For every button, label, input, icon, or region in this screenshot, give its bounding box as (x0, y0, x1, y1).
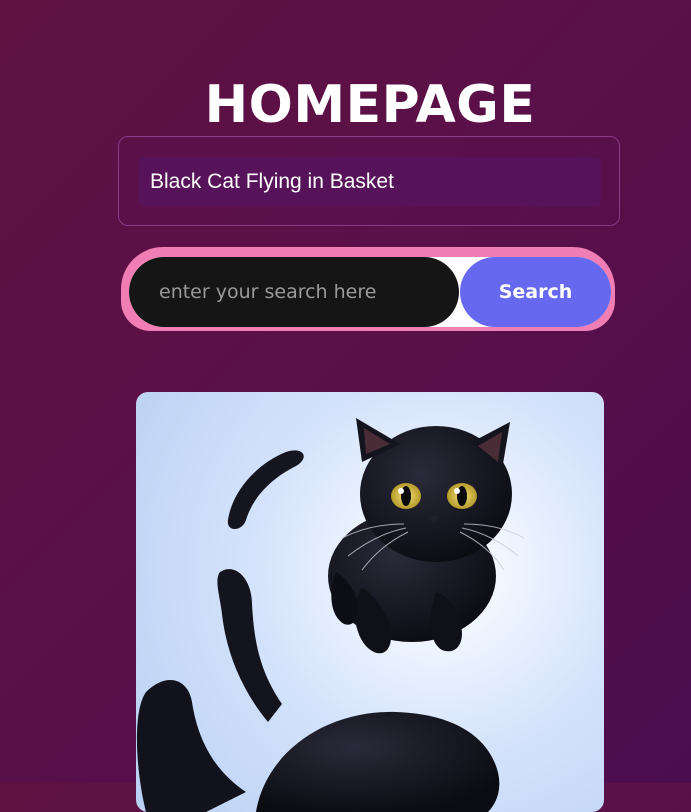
query-card: Black Cat Flying in Basket (118, 136, 620, 226)
cat-tail (217, 569, 282, 722)
search-bar-inner: Search (129, 257, 611, 327)
page-title: HOMEPAGE (204, 74, 536, 135)
lower-cat-tail (136, 679, 246, 812)
search-input[interactable] (129, 257, 459, 327)
result-image (136, 392, 604, 812)
tail-fragment (227, 450, 304, 529)
search-button[interactable]: Search (460, 257, 611, 327)
black-cat-illustration (136, 418, 525, 812)
search-bar: Search (121, 247, 615, 331)
lower-cat-body (256, 711, 500, 812)
query-text: Black Cat Flying in Basket (139, 157, 601, 207)
